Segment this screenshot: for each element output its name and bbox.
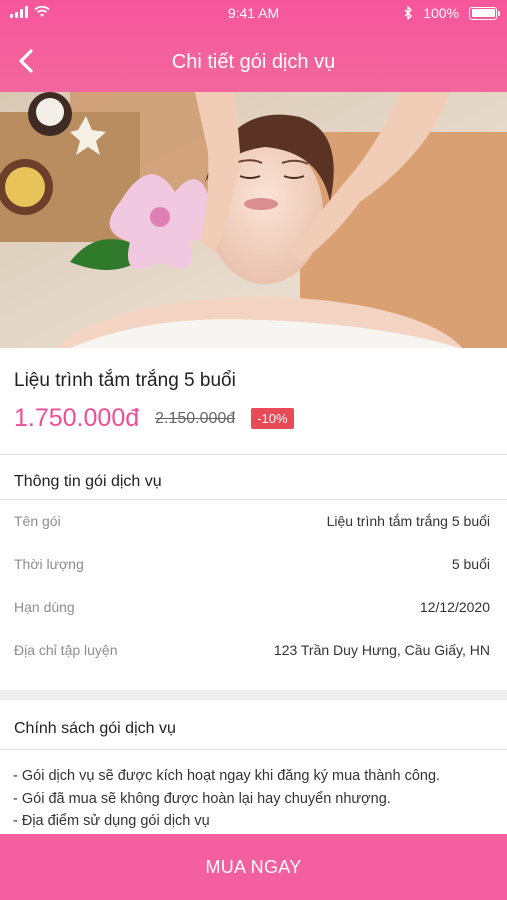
divider [0, 749, 507, 750]
info-label: Hạn dùng [14, 599, 75, 615]
price-row: 1.750.000đ 2.150.000đ -10% [14, 404, 294, 433]
nav-bar: Chi tiết gói dịch vụ [0, 40, 507, 84]
original-price: 2.150.000đ [155, 409, 236, 427]
policy-section-title: Chính sách gói dịch vụ [14, 720, 176, 737]
info-row-expiry: Hạn dùng 12/12/2020 [14, 599, 490, 615]
info-section-title: Thông tin gói dịch vụ [14, 473, 162, 490]
info-row-package-name: Tên gói Liệu trình tắm trắng 5 buổi [14, 513, 490, 529]
product-name: Liệu trình tắm trắng 5 buổi [14, 370, 236, 391]
info-label: Tên gói [14, 513, 61, 529]
info-label: Địa chỉ tập luyện [14, 642, 118, 658]
info-row-duration: Thời lượng 5 buổi [14, 556, 490, 572]
battery-icon [469, 6, 500, 20]
page-title: Chi tiết gói dịch vụ [171, 51, 336, 73]
divider [0, 454, 507, 455]
info-value: 5 buổi [451, 556, 490, 572]
info-value: 123 Trần Duy Hưng, Cầu Giấy, HN [273, 642, 490, 658]
header: 9:41 AM 100% Chi tiết gói dịch vụ [0, 0, 507, 92]
policy-line: - Gói dịch vụ sẽ được kích hoạt ngay khi… [13, 768, 441, 784]
divider [0, 499, 507, 500]
status-bar: 9:41 AM 100% [0, 0, 507, 26]
info-value: 12/12/2020 [419, 599, 490, 615]
service-image [0, 92, 507, 348]
policy-line: - Gói đã mua sẽ không được hoàn lại hay … [13, 790, 391, 807]
spa-photo [0, 92, 507, 348]
discount-badge: -10% [251, 408, 294, 429]
current-price: 1.750.000đ [14, 404, 140, 432]
product-summary: Liệu trình tắm trắng 5 buổi 1.750.000đ 2… [0, 348, 507, 454]
buy-now-button[interactable]: MUA NGAY [0, 834, 507, 900]
policy-line: - Địa điểm sử dụng gói dịch vụ [13, 813, 210, 829]
battery-level [471, 9, 495, 17]
section-separator [0, 690, 507, 700]
bluetooth-icon [404, 6, 413, 20]
info-row-address: Địa chỉ tập luyện 123 Trần Duy Hưng, Cầu… [14, 642, 490, 658]
info-value: Liệu trình tắm trắng 5 buổi [326, 513, 490, 529]
info-label: Thời lượng [14, 556, 84, 572]
battery-percent: 100% [423, 5, 459, 21]
policy-list: - Gói dịch vụ sẽ được kích hoạt ngay khi… [13, 765, 440, 833]
status-right: 100% [404, 5, 500, 21]
